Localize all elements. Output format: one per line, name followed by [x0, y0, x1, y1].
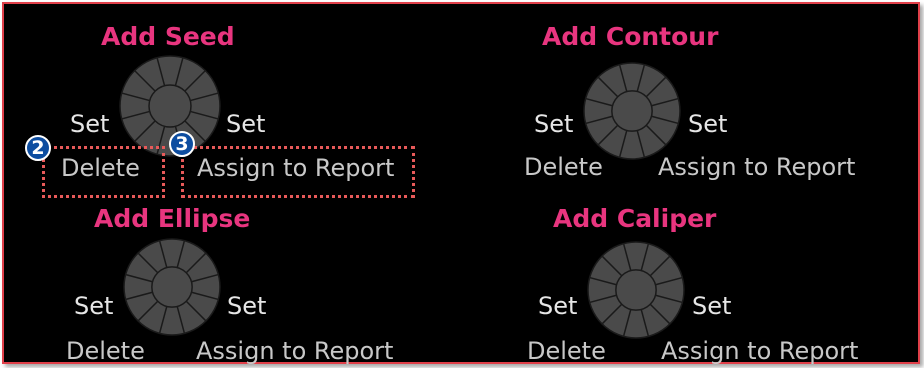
- knob-center: [151, 266, 193, 308]
- add-caliper-title: Add Caliper: [553, 204, 717, 233]
- ellipse-delete[interactable]: Delete: [66, 339, 145, 363]
- seed-set-left[interactable]: Set: [70, 112, 109, 136]
- seed-set-right[interactable]: Set: [226, 112, 265, 136]
- contour-trackball-knob[interactable]: [582, 61, 682, 161]
- add-ellipse-title: Add Ellipse: [94, 204, 251, 233]
- caliper-set-right[interactable]: Set: [692, 294, 731, 318]
- callout-delete-box: [42, 146, 165, 198]
- contour-set-left[interactable]: Set: [534, 112, 573, 136]
- caliper-assign-to-report[interactable]: Assign to Report: [661, 339, 858, 363]
- ellipse-assign-to-report[interactable]: Assign to Report: [196, 339, 393, 363]
- contour-delete[interactable]: Delete: [524, 155, 603, 179]
- callout-badge-2: 2: [25, 135, 51, 161]
- contour-set-right[interactable]: Set: [688, 112, 727, 136]
- contour-assign-to-report[interactable]: Assign to Report: [658, 155, 855, 179]
- add-contour-title: Add Contour: [542, 22, 719, 51]
- ellipse-set-left[interactable]: Set: [74, 294, 113, 318]
- knob-center: [148, 84, 192, 128]
- add-seed-title: Add Seed: [101, 22, 235, 51]
- callout-assign-box: [181, 146, 415, 198]
- caliper-delete[interactable]: Delete: [527, 339, 606, 363]
- knob-center: [615, 269, 657, 311]
- caliper-trackball-knob[interactable]: [586, 240, 686, 340]
- ellipse-trackball-knob[interactable]: [122, 237, 222, 337]
- knob-center: [611, 90, 653, 132]
- ellipse-set-right[interactable]: Set: [227, 294, 266, 318]
- control-panel: Add Seed Set Set Delete Assign to Report…: [2, 2, 920, 364]
- caliper-set-left[interactable]: Set: [538, 294, 577, 318]
- callout-badge-3: 3: [169, 131, 195, 157]
